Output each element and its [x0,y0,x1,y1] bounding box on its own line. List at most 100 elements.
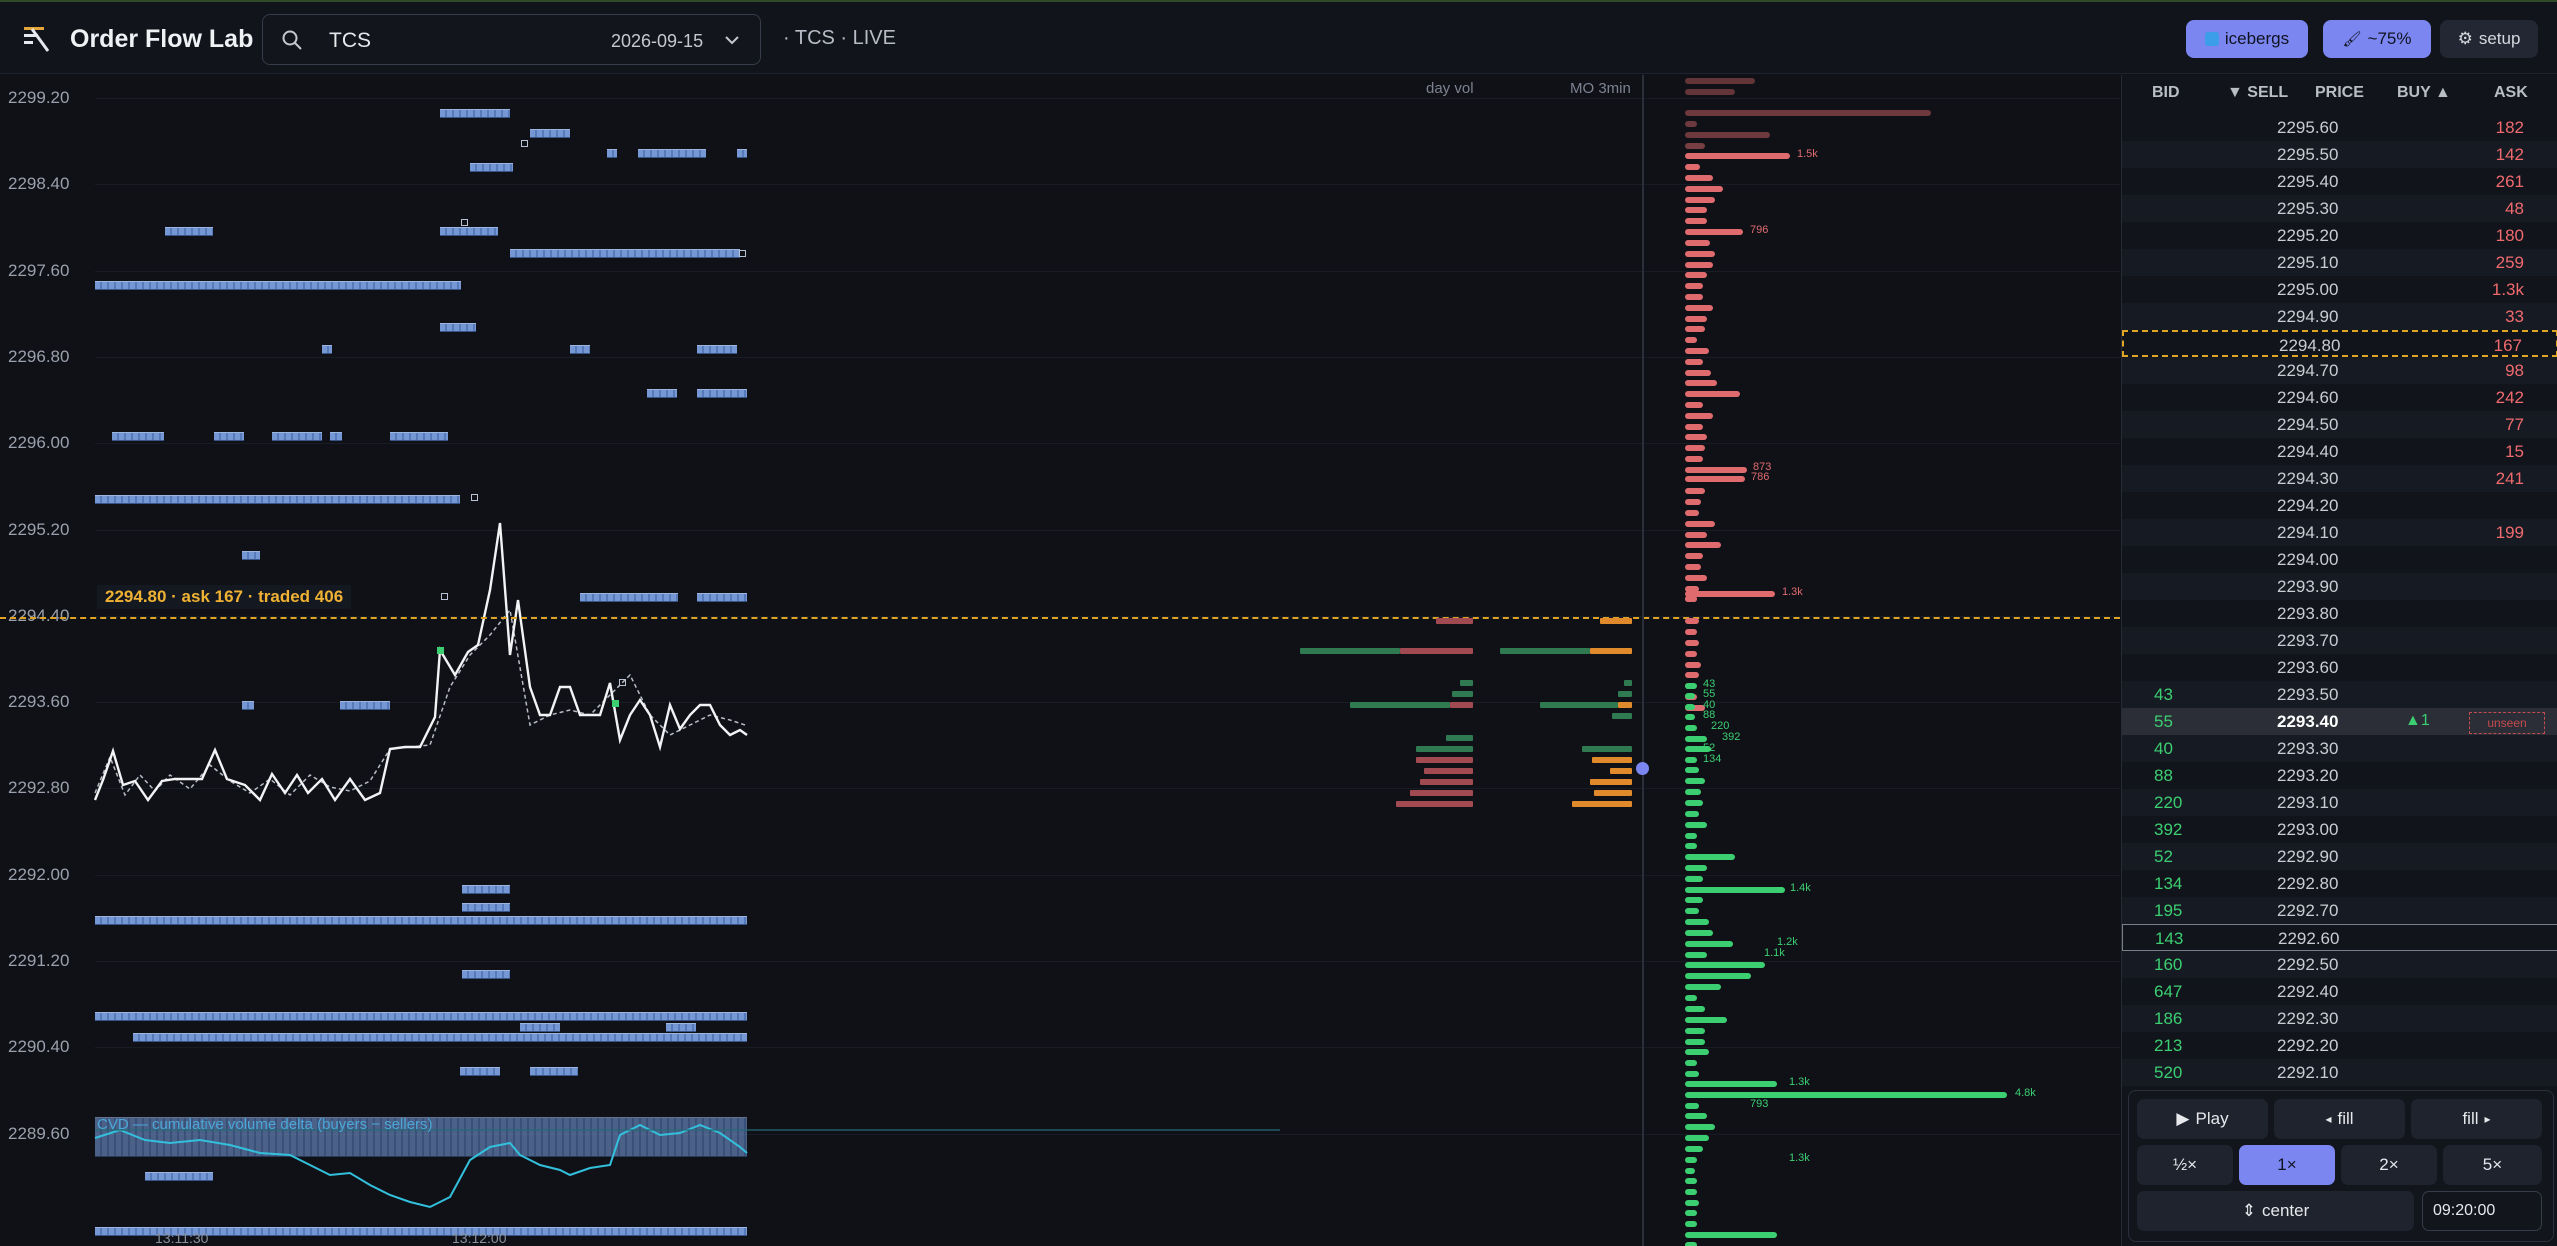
dom-row[interactable]: 2295.30 48 [2122,195,2557,222]
day-vol-bar [1424,768,1473,774]
dom-row[interactable]: 2294.60 242 [2122,384,2557,411]
caret-left-icon: ◂ [2325,1112,2332,1126]
bid-depth-label: 392 [1722,731,1741,743]
dom-row[interactable]: 40 2293.30 [2122,735,2557,762]
dom-price: 2293.70 [2277,631,2339,650]
dom-row[interactable]: 2294.80 167 [2122,330,2557,357]
ask-depth-bar [1685,499,1701,505]
dom-row[interactable]: 2293.60 [2122,654,2557,681]
dom-ask-size: 167 [2493,336,2522,355]
speed-half-button[interactable]: ½× [2137,1145,2233,1185]
bid-depth-bar [1685,1060,1697,1066]
dom-row[interactable]: 2294.30 241 [2122,465,2557,492]
dom-row[interactable]: 43 2293.50 [2122,681,2557,708]
dom-row[interactable]: 2294.70 98 [2122,357,2557,384]
ask-depth-bar [1685,186,1723,192]
price-header[interactable]: PRICE [2315,84,2364,102]
dom-price: 2293.00 [2277,820,2339,839]
time-input[interactable]: 09:20:00 [2422,1191,2542,1231]
dom-row[interactable]: 186 2292.30 [2122,1005,2557,1032]
speed-5x-button[interactable]: 5× [2443,1145,2542,1185]
dom-row[interactable]: 2293.80 [2122,600,2557,627]
dom-ask-size: 48 [2505,199,2524,218]
center-label: center [2262,1201,2310,1220]
symbol-input[interactable]: TCS [329,29,371,53]
dom-row[interactable]: 160 2292.50 [2122,951,2557,978]
dom-row[interactable]: 392 2293.00 [2122,816,2557,843]
speed-1x-button[interactable]: 1× [2239,1145,2335,1185]
opacity-toggle[interactable]: 🖌 ~75% [2323,20,2431,58]
bid-header[interactable]: BID [2152,84,2180,102]
date-value[interactable]: 2026-09-15 [611,31,703,52]
bid-depth-bar [1685,1124,1715,1130]
dom-row[interactable]: 2295.40 261 [2122,168,2557,195]
dom-row[interactable]: 2294.50 77 [2122,411,2557,438]
dom-row[interactable]: 2293.70 [2122,627,2557,654]
dom-row[interactable]: 2294.10 199 [2122,519,2557,546]
dom-row[interactable]: 2295.50 142 [2122,141,2557,168]
fill-forward-button[interactable]: fill ▸ [2411,1099,2542,1139]
ask-depth-bar [1685,651,1697,657]
dom-row[interactable]: 2295.00 1.3k [2122,276,2557,303]
symbol-search[interactable]: TCS 2026-09-15 [262,14,761,65]
ask-depth-bar [1685,283,1703,289]
buy-header[interactable]: BUY ▲ [2397,84,2451,102]
bid-depth-bar [1685,1049,1709,1055]
dom-row[interactable]: 52 2292.90 [2122,843,2557,870]
order-flow-chart[interactable]: 2299.20 2298.40 2297.60 2296.80 2296.00 2295.… [0,75,2120,1246]
dom-row[interactable]: 213 2292.20 [2122,1032,2557,1059]
mo-bar [1610,768,1632,774]
dom-row[interactable]: 220 2293.10 [2122,789,2557,816]
dom-row[interactable]: 2294.40 15 [2122,438,2557,465]
center-button[interactable]: ⇕ center [2137,1191,2414,1231]
brush-icon: 🖌 [2342,31,2362,48]
dom-row[interactable]: 2295.60 182 [2122,114,2557,141]
ask-depth-bar [1685,532,1707,538]
dom-row[interactable]: 2293.90 [2122,573,2557,600]
dom-row[interactable]: 143 2292.60 [2122,924,2557,951]
setup-button[interactable]: ⚙ setup [2440,20,2538,58]
speed-2x-button[interactable]: 2× [2341,1145,2437,1185]
icebergs-toggle[interactable]: icebergs [2186,20,2308,58]
ask-depth-bar [1685,521,1715,527]
dom-row[interactable]: 88 2293.20 [2122,762,2557,789]
chevron-down-icon[interactable] [723,31,741,49]
dom-bid-size: 647 [2154,982,2183,1001]
dom-bid-size: 40 [2154,739,2173,758]
dom-ask-size: 261 [2495,172,2524,191]
dom-row[interactable]: 647 2292.40 [2122,978,2557,1005]
fill-back-button[interactable]: ◂ fill [2274,1099,2405,1139]
ask-depth-bar [1685,591,1775,597]
dom-row[interactable]: 2294.20 [2122,492,2557,519]
dom-row[interactable]: 520 2292.10 [2122,1059,2557,1086]
ask-depth-bar [1685,229,1743,235]
dom-row[interactable]: 2295.10 259 [2122,249,2557,276]
bid-depth-bar [1685,693,1695,699]
bid-depth-bar [1685,1092,2007,1098]
depth-of-market: BID ▼ SELL PRICE BUY ▲ ASK 2295.60 182 229… [2121,75,2557,1246]
dom-price: 2295.10 [2277,253,2339,272]
ask-depth-bar [1685,251,1715,257]
dom-row[interactable]: 195 2292.70 [2122,897,2557,924]
dom-price: 2294.10 [2277,523,2339,542]
ask-header[interactable]: ASK [2494,84,2528,102]
dom-row[interactable]: 55 2293.40 ▲1 unseen [2122,708,2557,735]
bid-depth-label: 1.3k [1789,1152,1810,1164]
play-button[interactable]: ▶ Play [2137,1099,2268,1139]
ask-depth-bar [1685,456,1703,462]
bid-depth-bar [1685,1103,1699,1109]
mo-bar [1618,702,1632,708]
dom-row[interactable]: 2294.00 [2122,546,2557,573]
dom-row[interactable]: 134 2292.80 [2122,870,2557,897]
day-vol-bar [1452,691,1473,697]
bid-depth-bar [1685,811,1699,817]
ask-depth-bar [1685,488,1705,494]
price-line-chart [93,522,1280,1209]
dom-row[interactable]: 2294.90 33 [2122,303,2557,330]
ask-depth-bar [1685,153,1790,159]
dom-row[interactable]: 2295.20 180 [2122,222,2557,249]
playhead-handle[interactable] [1636,762,1649,775]
dom-price: 2293.30 [2277,739,2339,758]
mo-bar [1594,790,1632,796]
sell-header[interactable]: ▼ SELL [2227,84,2288,102]
